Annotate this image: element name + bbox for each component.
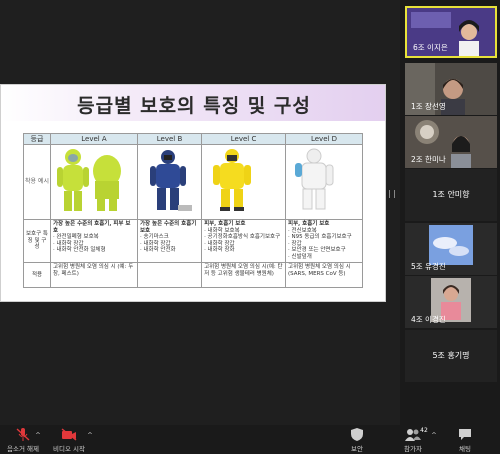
level-d-suit-icon (295, 148, 334, 210)
chat-button[interactable]: 채팅 (452, 428, 478, 453)
table-row: 착용 예시 (23, 144, 363, 220)
participant-tile[interactable]: 5조 유경진 (405, 223, 497, 275)
table-row: 보호구 특징 및 구성 가장 높은 수준의 호흡기, 피부 보호 · 완전밀폐형 … (23, 219, 363, 263)
protection-level-table: 등급 Level A Level B Level C Level D 착용 예시 (23, 133, 363, 288)
table-cell: 고위험 병원체 오염 의심 시(SARS, MERS CoV 등) (285, 262, 363, 288)
row-label: 보호구 특징 및 구성 (23, 219, 51, 263)
table-row: 적용 고위험 병원체 오염 의심 시 (예: 두창, 페스트) 고위험 병원체 … (23, 262, 363, 288)
level-b-suit-icon (149, 150, 192, 211)
level-a-suit-icon (57, 149, 121, 211)
chevron-up-icon: ^ (87, 431, 93, 439)
level-b-image (136, 144, 203, 220)
cell-text: · 내화학 보호복 · 공기정화호흡방식 호흡기보호구 · 내화학 장갑 · 내… (204, 227, 281, 254)
row-label: 적용 (23, 262, 51, 288)
participant-tile[interactable]: 5조 홍기명 (405, 330, 497, 382)
screen-share-area: 등급별 보호의 특징 및 구성 등급 Level A Level B Level… (0, 0, 400, 425)
cell-text: · 송기마스크 · 내화학 장갑 · 내화학 안전화 (139, 234, 176, 254)
level-a-image (50, 144, 138, 220)
table-header-row: 등급 Level A Level B Level C Level D (23, 133, 363, 145)
cell-heading: 피부, 호흡기 보호 (204, 221, 246, 227)
table-cell: 가장 높은 수준의 호흡기, 피부 보호 · 완전밀폐형 보호복 · 내화학 장갑… (50, 219, 138, 263)
cell-heading: 가장 높은 수준의 호흡기, 피부 보호 (53, 221, 131, 234)
meeting-toolbar: 음소거 해제 ^ 비디오 시작 ^ 보안 참가자 42 ^ 채팅 (0, 425, 500, 454)
participant-name: 1조 안미향 (432, 190, 470, 199)
participant-name: 6조 이지은 (413, 43, 448, 52)
level-d-image (285, 144, 363, 220)
panel-resize-handle[interactable] (389, 190, 395, 198)
participant-name: 2조 한미나 (411, 155, 446, 164)
participant-name: 1조 장선영 (411, 102, 446, 111)
participant-name: 5조 유경진 (411, 262, 446, 271)
security-button[interactable]: 보안 (343, 428, 371, 453)
header-cell: Level A (50, 133, 138, 145)
cell-text: · 완전밀폐형 보호복 · 내화학 장갑 · 내화학 안전화 일체형 (53, 234, 106, 254)
participant-name: 5조 홍기명 (432, 351, 470, 360)
slide-title-bar: 등급별 보호의 특징 및 구성 (1, 85, 385, 121)
start-video-label: 비디오 시작 (53, 445, 85, 453)
shield-icon (351, 428, 363, 441)
participants-label: 참가자 (404, 445, 422, 453)
level-c-suit-icon (213, 149, 252, 211)
table-cell: 고위험 병원체 오염 의심 시 (예: 두창, 페스트) (50, 262, 138, 288)
video-options-caret[interactable]: ^ (86, 431, 94, 439)
header-cell: 등급 (23, 133, 51, 145)
chat-bubble-icon (459, 429, 471, 440)
row-label: 착용 예시 (23, 144, 51, 220)
chevron-up-icon: ^ (431, 431, 437, 439)
participants-count: 42 (420, 427, 428, 434)
shared-slide: 등급별 보호의 특징 및 구성 등급 Level A Level B Level… (0, 84, 386, 302)
participants-options-caret[interactable]: ^ (430, 431, 438, 439)
level-c-image (201, 144, 287, 220)
table-cell: 가장 높은 수준의 호흡기 보호 · 송기마스크 · 내화학 장갑 · 내화학 안… (136, 219, 203, 263)
header-cell: Level C (201, 133, 287, 145)
chevron-up-icon: ^ (35, 431, 41, 439)
cell-heading: 가장 높은 수준의 호흡기 보호 (139, 221, 197, 234)
header-cell: Level B (136, 133, 203, 145)
table-cell: 피부, 호흡기 보호 · 내화학 보호복 · 공기정화호흡방식 호흡기보호구 · … (201, 219, 287, 263)
audio-options-caret[interactable]: ^ (34, 431, 42, 439)
cell-heading: 피부, 호흡기 보호 (288, 221, 330, 227)
table-cell: 피부, 호흡기 보호 · 전신보호복 · N95 동급의 호흡기보호구 · 장갑 … (285, 219, 363, 263)
security-label: 보안 (351, 445, 363, 453)
slide-title: 등급별 보호의 특징 및 구성 (77, 95, 311, 117)
microphone-muted-icon (16, 428, 30, 441)
cell-text: · 전신보호복 · N95 동급의 호흡기보호구 · 장갑 · 보안경 또는 안… (288, 227, 352, 260)
participant-tile[interactable]: 1조 안미향 (405, 169, 497, 221)
table-cell: 고위험 병원체 오염 의심 시(예: 탄저 등 고위험 생물테러 병원체) (201, 262, 287, 288)
participant-tile[interactable]: 6조 이지은 (405, 6, 497, 58)
video-off-icon (61, 428, 77, 441)
start-video-button[interactable]: 비디오 시작 (48, 428, 90, 453)
participant-tile[interactable]: 1조 장선영 (405, 63, 497, 115)
header-cell: Level D (285, 133, 363, 145)
participant-tile[interactable]: 2조 한미나 (405, 116, 497, 168)
participant-name: 4조 이경진 (411, 315, 446, 324)
participant-tile[interactable]: 4조 이경진 (405, 276, 497, 328)
chat-label: 채팅 (459, 445, 471, 453)
table-cell (136, 262, 203, 288)
unmute-label: 음소거 해제 (7, 445, 39, 453)
